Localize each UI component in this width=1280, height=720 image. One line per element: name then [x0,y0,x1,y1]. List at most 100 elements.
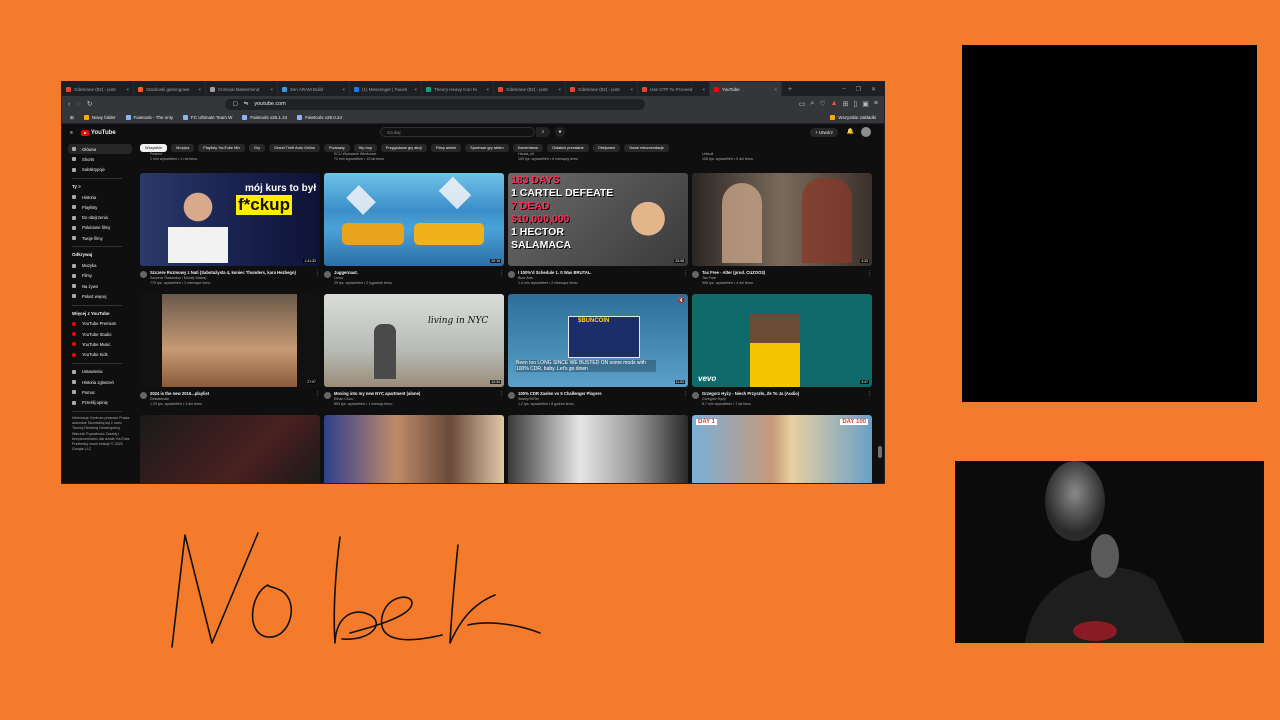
sidebar-item-your-videos[interactable]: Twoje filmy [72,233,132,243]
brave-shield-icon[interactable]: ▲ [831,100,838,108]
sidebar-item-watch-later[interactable]: Do obejrzenia [72,212,132,222]
video-thumbnail[interactable]: DAY 1 DAY 100 [692,415,872,483]
sidebar-item-playlists[interactable]: Playlisty [72,202,132,212]
mute-icon[interactable]: 🔇 [678,297,685,304]
sidebar-item-kids[interactable]: YouTube Kids [72,349,132,359]
video-thumbnail[interactable]: vevo 3:47 [692,294,872,387]
tab-4[interactable]: (1) Messenger | Faceb × [350,82,422,96]
chip[interactable]: Playlisty YouTube Mix [198,144,245,152]
video-thumbnail[interactable]: 3:33 [692,173,872,266]
more-vert-icon[interactable]: ⋮ [499,391,504,397]
wallet-icon[interactable]: ▣ [862,100,869,108]
close-icon[interactable]: × [342,87,345,92]
sidebar-item-report-history[interactable]: Historia zgłoszeń [72,377,132,387]
more-vert-icon[interactable]: ⋮ [683,391,688,397]
sidebar-item-feedback[interactable]: Prześlij opinię [72,398,132,408]
back-icon[interactable]: ‹ [68,101,70,108]
chip[interactable]: Grand Theft Auto Online [269,144,320,152]
close-icon[interactable]: × [630,87,633,92]
sidebar-item-premium[interactable]: YouTube Premium [72,319,132,329]
video-title[interactable]: Szczere Rozmowy z Nati (Sabotażysta 4, k… [150,270,296,275]
chip[interactable]: Muzyka [171,144,195,152]
video-thumbnail[interactable]: mój kurs to był f*ckup 1:41:33 [140,173,320,266]
close-icon[interactable]: × [486,87,489,92]
scrollbar[interactable] [878,144,882,482]
sidebar-item-subscriptions[interactable]: Subskrypcje [72,165,132,175]
search-icon[interactable]: ⌕ [810,100,814,108]
channel-avatar[interactable] [508,392,515,399]
close-icon[interactable]: × [198,87,201,92]
menu-icon[interactable]: ≡ [874,100,878,108]
sidebar-item-settings[interactable]: Ustawienia [72,367,132,377]
close-icon[interactable]: × [126,87,129,92]
channel-name[interactable]: Ethan Chou [334,397,353,401]
sidebar-item-show-more[interactable]: Pokaż więcej [72,291,132,301]
chip[interactable]: Ostatnio przesłane [547,144,589,152]
chip[interactable]: Gry [248,144,266,152]
mic-icon[interactable]: ● [555,127,565,137]
channel-name[interactable]: Destatenaie [150,397,169,401]
apps-icon[interactable]: ⊞ [70,115,74,121]
channel-name[interactable]: Buor Arts [518,276,533,280]
minimize-icon[interactable]: – [842,86,845,93]
chip[interactable]: Przygodowe gry akcji [380,144,427,152]
video-thumbnail[interactable] [508,415,688,483]
heart-icon[interactable]: ♡ [819,100,825,108]
sidebar-item-history[interactable]: Historia [72,192,132,202]
sidebar-item-help[interactable]: Pomoc [72,387,132,397]
sidebar-item-music[interactable]: Muzyka [72,260,132,270]
maximize-icon[interactable]: ❐ [856,86,861,93]
avatar[interactable] [861,127,871,137]
tab-0[interactable]: Odebrane (82) - piotr × [62,82,134,96]
chip[interactable]: Hip-hop [353,144,377,152]
video-thumbnail[interactable]: 183 DAYS 1 CARTEL DEFEATE 7 DEAD $10,000… [508,173,688,266]
youtube-logo[interactable]: YouTube [80,130,116,136]
video-thumbnail[interactable] [140,415,320,483]
video-thumbnail[interactable]: 20:19 [324,173,504,266]
close-icon[interactable]: × [558,87,561,92]
channel-avatar[interactable] [140,271,147,278]
bookmark-item[interactable]: Faietools - The only [125,115,173,120]
tab-2[interactable]: Criminal Mastermind × [206,82,278,96]
chip[interactable]: Sportowe gry wideo [465,144,509,152]
channel-avatar[interactable] [692,271,699,278]
close-icon[interactable]: × [702,87,705,92]
channel-name[interactable]: Grzegorz Hyży [702,397,726,401]
sidebar-you-header[interactable]: Ty > [72,182,132,192]
video-thumbnail[interactable] [324,415,504,483]
hamburger-menu-icon[interactable]: ≡ [70,130,73,136]
sidebar-item-live[interactable]: Na żywo [72,281,132,291]
channel-avatar[interactable] [324,271,331,278]
tab-6[interactable]: Odebrane (82) - piotr × [494,82,566,96]
close-window-icon[interactable]: ✕ [871,86,876,93]
channel-name[interactable]: Lemo [334,276,343,280]
close-icon[interactable]: × [774,87,777,92]
bookmark-item[interactable]: FC Ultimate Team W [182,115,232,120]
address-bar[interactable]: ▢ ⇋ youtube.com [224,98,645,110]
sidebar-item-music-app[interactable]: YouTube Music [72,339,132,349]
notifications-icon[interactable]: 🔔 [847,128,854,135]
create-button[interactable]: + Utwórz [810,128,838,137]
video-title[interactable]: 100% CDR Zaslen vs 5 Challenger Players [518,391,602,396]
channel-name[interactable]: Tax Free [702,276,716,280]
video-title[interactable]: Juggernaut. [334,270,358,275]
chip[interactable]: Komentarze [512,144,544,152]
channel-avatar[interactable] [692,392,699,399]
more-vert-icon[interactable]: ⋮ [315,270,320,276]
bookmark-item[interactable]: Nowy folder [83,115,116,120]
bookmark-item[interactable]: Faietools v25.1.24 [242,115,287,120]
search-button[interactable]: ⌕ [536,127,550,137]
extensions-icon[interactable]: ⊞ [843,100,849,108]
more-vert-icon[interactable]: ⋮ [683,270,688,276]
video-title[interactable]: Tax Free - Alter (prod. CUZOO3) [702,270,765,275]
chip-all[interactable]: Wszystkie [140,144,168,152]
tab-3[interactable]: Zeri ARAM Build × [278,82,350,96]
tab-5[interactable]: Theory Heavy Icon Ki × [422,82,494,96]
tab-youtube[interactable]: YouTube × [710,82,782,96]
channel-avatar[interactable] [324,392,331,399]
bookmark-item[interactable]: Faietools v28.0.24 [297,115,342,120]
channel-name[interactable]: Szczera Tradauduc i Moniej Walca) [150,276,206,280]
chip[interactable]: Podcasty [324,144,350,152]
tab-8[interactable]: Use OTP To Proceed × [638,82,710,96]
close-icon[interactable]: × [414,87,417,92]
